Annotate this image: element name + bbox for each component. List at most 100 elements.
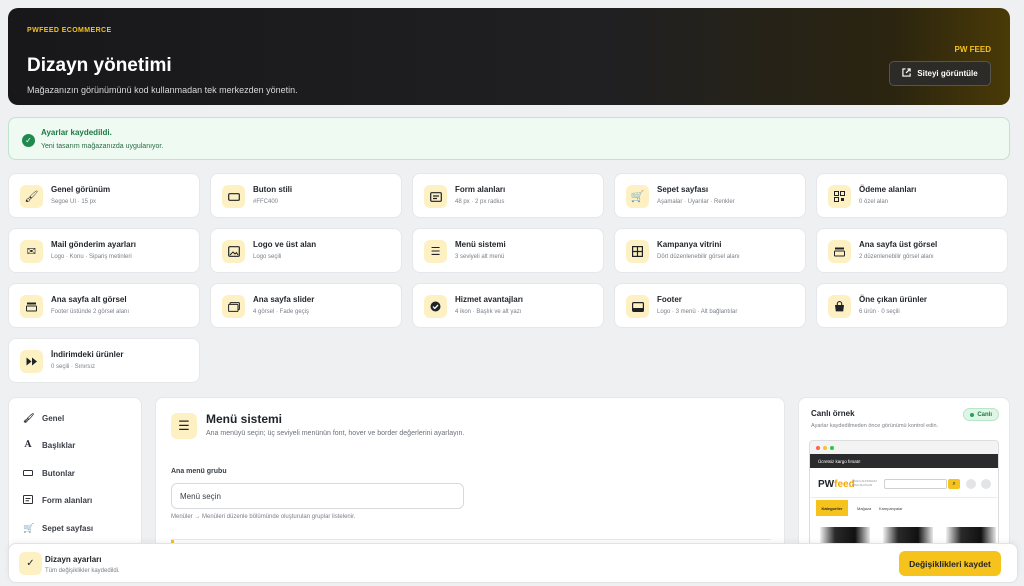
card-mail-settings[interactable]: ✉ Mail gönderim ayarları Logo · Konu · Sip… (8, 228, 200, 273)
brush-icon: 🖌 (23, 412, 35, 423)
sidebar-item-label: Başlıklar (42, 440, 76, 450)
heading-icon: A (24, 440, 32, 450)
card-title: Footer (657, 295, 682, 304)
card-subtitle: 0 özel alan (859, 199, 889, 205)
card-service-advantages[interactable]: Hizmet avantajları 4 ikon · Başlık ve alt… (412, 283, 604, 328)
card-general-appearance[interactable]: 🖌 Genel görünüm Segoe UI · 15 px (8, 173, 200, 218)
button-icon (222, 185, 245, 208)
card-subtitle: Logo seçili (253, 254, 282, 260)
image-icon (222, 240, 245, 263)
mock-nav-categories: Kategoriler (816, 500, 848, 516)
stack-icon (20, 295, 43, 318)
mock-logo-pw: PW (818, 479, 835, 490)
search-icon: ⌕ (948, 479, 960, 489)
mock-search-input (884, 479, 947, 489)
external-link-icon (902, 68, 911, 79)
save-changes-button[interactable]: Değişiklikleri kaydet (899, 551, 1001, 576)
mock-top-strip: Ücretsiz kargo fırsatı! (810, 454, 998, 468)
settings-card-grid: 🖌 Genel görünüm Segoe UI · 15 px Buton sti… (8, 173, 1008, 383)
sidebar-item-cart-page[interactable]: 🛒 Sepet sayfası (23, 521, 93, 535)
card-subtitle: 2 düzenlenebilir görsel alanı (859, 254, 934, 260)
cart-icon: 🛒 (23, 522, 35, 533)
check-icon: ✓ (19, 552, 42, 575)
sidebar-item-general[interactable]: 🖌 Genel (23, 411, 64, 425)
view-site-label: Siteyi görüntüle (917, 69, 978, 78)
menu-group-label: Ana menü grubu (171, 468, 227, 475)
menu-icon: ☰ (171, 413, 197, 439)
card-payment-fields[interactable]: Ödeme alanları 0 özel alan (816, 173, 1008, 218)
select-value: Menü seçin (180, 491, 221, 501)
card-title: Kampanya vitrini (657, 240, 722, 249)
save-bar-status: Tüm değişiklikler kaydedildi. (45, 568, 120, 574)
live-dot-icon (970, 412, 975, 417)
live-preview-subtitle: Ayarlar kaydedilmeden önce görünümü kont… (811, 423, 939, 429)
live-badge: Canlı (963, 408, 999, 421)
alert-message: Yeni tasarım mağazanızda uygulanıyor. (41, 143, 164, 150)
card-title: Ana sayfa slider (253, 295, 315, 304)
mail-icon: ✉ (20, 240, 43, 263)
card-title: Logo ve üst alan (253, 240, 317, 249)
settings-sidebar: 🖌 Genel A Başlıklar Butonlar Form alanları… (8, 397, 142, 557)
header-eyebrow: PWFEED ECOMMERCE (27, 27, 112, 34)
view-site-button[interactable]: Siteyi görüntüle (889, 61, 991, 86)
brand-label: PW FEED (954, 45, 991, 54)
sidebar-item-label: Form alanları (42, 495, 93, 505)
stack-icon (828, 240, 851, 263)
card-button-style[interactable]: Buton stili #FFC400 (210, 173, 402, 218)
slider-icon (222, 295, 245, 318)
card-subtitle: Footer üstünde 2 görsel alanı (51, 309, 130, 315)
card-discounted-products[interactable]: İndirimdeki ürünler 0 seçili · Sınırsız (8, 338, 200, 383)
card-home-bottom-image[interactable]: Ana sayfa alt görsel Footer üstünde 2 gör… (8, 283, 200, 328)
cart-icon: 🛒 (626, 185, 649, 208)
sidebar-item-headings[interactable]: A Başlıklar (23, 438, 76, 452)
mock-nav: Kategoriler Mağaza Kampanyalar (810, 497, 998, 516)
card-subtitle: 4 ikon · Başlık ve alt yazı (455, 309, 522, 315)
card-subtitle: 0 seçili · Sınırsız (51, 364, 96, 370)
fast-forward-icon (20, 350, 43, 373)
save-bar-title: Dizayn ayarları (45, 555, 102, 564)
sidebar-item-label: Sepet sayfası (42, 523, 94, 533)
card-featured-products[interactable]: Öne çıkan ürünler 6 ürün · 0 seçili (816, 283, 1008, 328)
header-banner: PWFEED ECOMMERCE Dizayn yönetimi Mağazan… (8, 8, 1010, 105)
check-circle-icon (424, 295, 447, 318)
card-title: Hizmet avantajları (455, 295, 524, 304)
check-circle-icon: ✓ (22, 134, 35, 147)
panel-title: Menü sistemi (206, 412, 283, 426)
card-logo-header[interactable]: Logo ve üst alan Logo seçili (210, 228, 402, 273)
card-subtitle: Logo · Konu · Sipariş metinleri (51, 254, 132, 260)
mock-nav-campaigns: Kampanyalar (879, 506, 903, 511)
menu-group-select[interactable]: Menü seçin (171, 483, 464, 509)
sidebar-item-buttons[interactable]: Butonlar (23, 466, 75, 480)
card-menu-system[interactable]: ☰ Menü sistemi 3 seviyeli alt menü (412, 228, 604, 273)
card-title: Öne çıkan ürünler (859, 295, 928, 304)
card-title: Genel görünüm (51, 185, 111, 194)
button-icon (23, 468, 33, 478)
card-subtitle: #FFC400 (253, 199, 279, 205)
card-title: Form alanları (455, 185, 506, 194)
card-title: Sepet sayfası (657, 185, 709, 194)
card-footer[interactable]: Footer Logo · 3 menü · Alt bağlantılar (614, 283, 806, 328)
form-icon (23, 494, 33, 506)
card-title: Buton stili (253, 185, 293, 194)
card-title: Ana sayfa üst görsel (859, 240, 938, 249)
bag-icon (828, 295, 851, 318)
sidebar-item-form-fields[interactable]: Form alanları (23, 493, 92, 507)
menu-group-hint: Menüler → Menüleri düzenle bölümünde olu… (171, 514, 356, 520)
browser-bar (810, 441, 998, 454)
card-subtitle: 3 seviyeli alt menü (455, 254, 505, 260)
card-cart-page[interactable]: 🛒 Sepet sayfası Aşamalar · Uyarılar · Renk… (614, 173, 806, 218)
card-form-fields[interactable]: Form alanları 48 px · 2 px radius (412, 173, 604, 218)
sidebar-item-label: Butonlar (42, 468, 75, 478)
live-badge-label: Canlı (977, 411, 992, 418)
card-title: Menü sistemi (455, 240, 506, 249)
menu-settings-panel: ☰ Menü sistemi Ana menüyü seçin; üç sevi… (155, 397, 785, 557)
mock-cart-icon (981, 479, 991, 489)
card-home-top-image[interactable]: Ana sayfa üst görsel 2 düzenlenebilir gör… (816, 228, 1008, 273)
card-title: İndirimdeki ürünler (51, 350, 124, 359)
card-title: Mail gönderim ayarları (51, 240, 136, 249)
card-title: Ödeme alanları (859, 185, 917, 194)
page-title: Dizayn yönetimi (27, 55, 172, 76)
card-campaign-showcase[interactable]: Kampanya vitrini Dört düzenlenebilir görs… (614, 228, 806, 273)
card-home-slider[interactable]: Ana sayfa slider 4 görsel · Fade geçiş (210, 283, 402, 328)
brush-icon: 🖌 (20, 185, 43, 208)
